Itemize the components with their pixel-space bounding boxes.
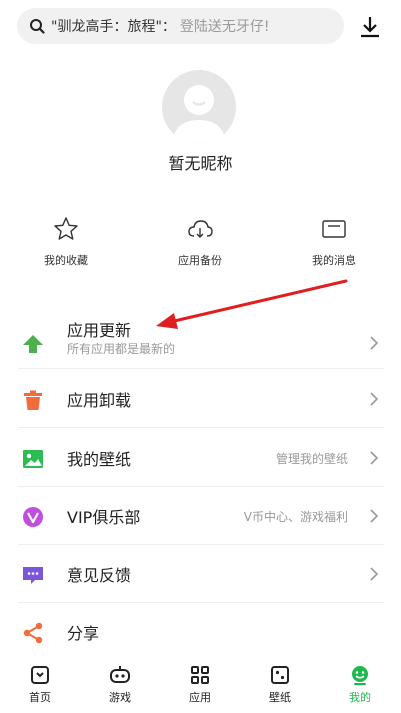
wallpaper-row[interactable]: 我的壁纸 管理我的壁纸 (18, 430, 384, 486)
chevron-right-icon (370, 336, 379, 350)
app-uninstall-title: 应用卸载 (67, 391, 132, 410)
annotation-arrow (156, 279, 348, 329)
wallpaper-nav-icon (271, 666, 289, 684)
app-backup-label: 应用备份 (178, 254, 222, 267)
cloud-backup-icon (188, 220, 213, 238)
messages-label: 我的消息 (312, 254, 356, 267)
gamepad-icon (110, 666, 130, 683)
app-backup-button[interactable]: 应用备份 (150, 216, 250, 268)
vip-icon (23, 507, 43, 527)
bottom-nav: 首页 游戏 应用 壁纸 我的 (0, 660, 401, 713)
divider (18, 427, 384, 428)
star-icon (54, 217, 78, 240)
tab-wallpaper[interactable]: 壁纸 (240, 660, 320, 705)
update-arrow-icon (23, 335, 43, 353)
tab-games-label: 游戏 (109, 691, 131, 704)
favorites-button[interactable]: 我的收藏 (16, 216, 116, 268)
search-query: "驯龙高手：旅程"： (51, 19, 176, 35)
download-icon[interactable] (357, 14, 383, 40)
share-row[interactable]: 分享 (18, 604, 384, 660)
profile-icon (352, 666, 368, 685)
wallpaper-title: 我的壁纸 (67, 450, 132, 469)
app-uninstall-row[interactable]: 应用卸载 (18, 371, 384, 427)
tab-mine[interactable]: 我的 (320, 660, 400, 705)
home-icon (31, 666, 49, 684)
app-update-title: 应用更新 (67, 321, 132, 340)
nickname[interactable]: 暂无昵称 (0, 150, 401, 174)
tab-home-label: 首页 (29, 691, 51, 704)
divider (18, 602, 384, 603)
tab-games[interactable]: 游戏 (80, 660, 160, 705)
app-update-subtitle: 所有应用都是最新的 (67, 342, 176, 356)
avatar-placeholder-icon (172, 85, 226, 144)
tab-home[interactable]: 首页 (0, 660, 80, 705)
avatar[interactable] (162, 70, 236, 144)
messages-button[interactable]: 我的消息 (284, 216, 384, 268)
divider (18, 368, 384, 369)
divider (18, 544, 384, 545)
wallpaper-icon (23, 450, 43, 468)
search-icon (30, 19, 45, 34)
feedback-title: 意见反馈 (67, 566, 132, 585)
wallpaper-extra: 管理我的壁纸 (275, 452, 348, 466)
favorites-label: 我的收藏 (44, 254, 88, 267)
apps-icon (191, 666, 209, 684)
message-icon (322, 220, 346, 238)
tab-mine-label: 我的 (349, 691, 371, 704)
tab-apps-label: 应用 (189, 691, 211, 704)
vip-club-row[interactable]: VIP俱乐部 V币中心、游戏福利 (18, 488, 384, 544)
tab-wallpaper-label: 壁纸 (269, 691, 291, 704)
share-icon (23, 622, 43, 644)
chevron-right-icon (370, 567, 379, 581)
chevron-right-icon (370, 509, 379, 523)
chevron-right-icon (370, 392, 379, 406)
divider (18, 486, 384, 487)
tab-apps[interactable]: 应用 (160, 660, 240, 705)
feedback-icon (23, 567, 43, 584)
search-hint: 登陆送无牙仔! (179, 19, 270, 35)
trash-icon (24, 390, 42, 410)
vip-club-extra: V币中心、游戏福利 (243, 510, 348, 524)
chevron-right-icon (370, 451, 379, 465)
share-title: 分享 (67, 624, 100, 643)
vip-club-title: VIP俱乐部 (67, 508, 141, 527)
search-bar[interactable]: "驯龙高手：旅程"： 登陆送无牙仔! (17, 8, 344, 44)
feedback-row[interactable]: 意见反馈 (18, 546, 384, 602)
